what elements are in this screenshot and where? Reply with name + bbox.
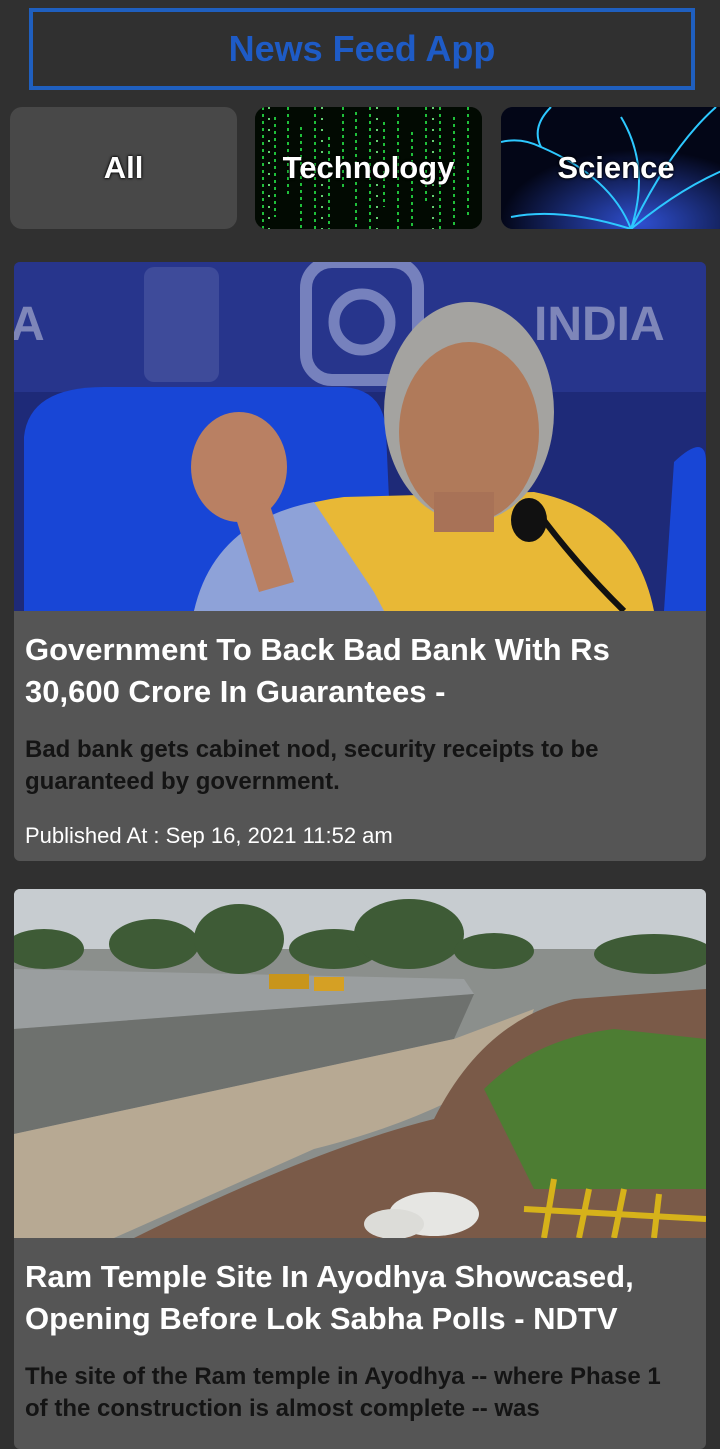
article-card[interactable]: Ram Temple Site In Ayodhya Showcased, Op… [14, 889, 706, 1449]
article-published-date: Published At : Sep 16, 2021 11:52 am [25, 823, 393, 848]
article-title: Government To Back Bad Bank With Rs 30,6… [25, 632, 610, 709]
category-all[interactable]: All [10, 107, 237, 229]
article-image[interactable] [14, 889, 706, 1238]
category-technology-label: Technology [282, 150, 455, 185]
svg-text:INDIA: INDIA [534, 298, 665, 351]
category-technology[interactable]: Technology [255, 107, 482, 229]
article-title: Ram Temple Site In Ayodhya Showcased, Op… [25, 1259, 634, 1336]
article-card[interactable]: INDIA A Government To Back Bad Bank With… [14, 262, 706, 861]
app-title-bar: News Feed App [29, 8, 695, 90]
category-science[interactable]: Science [501, 107, 720, 229]
svg-text:A: A [14, 298, 45, 351]
category-all-label: All [103, 150, 144, 185]
article-description: Bad bank gets cabinet nod, security rece… [25, 736, 599, 795]
article-description: The site of the Ram temple in Ayodhya --… [25, 1363, 661, 1422]
article-image[interactable]: INDIA A [14, 262, 706, 611]
app-title: News Feed App [228, 28, 496, 69]
category-science-label: Science [557, 150, 675, 185]
